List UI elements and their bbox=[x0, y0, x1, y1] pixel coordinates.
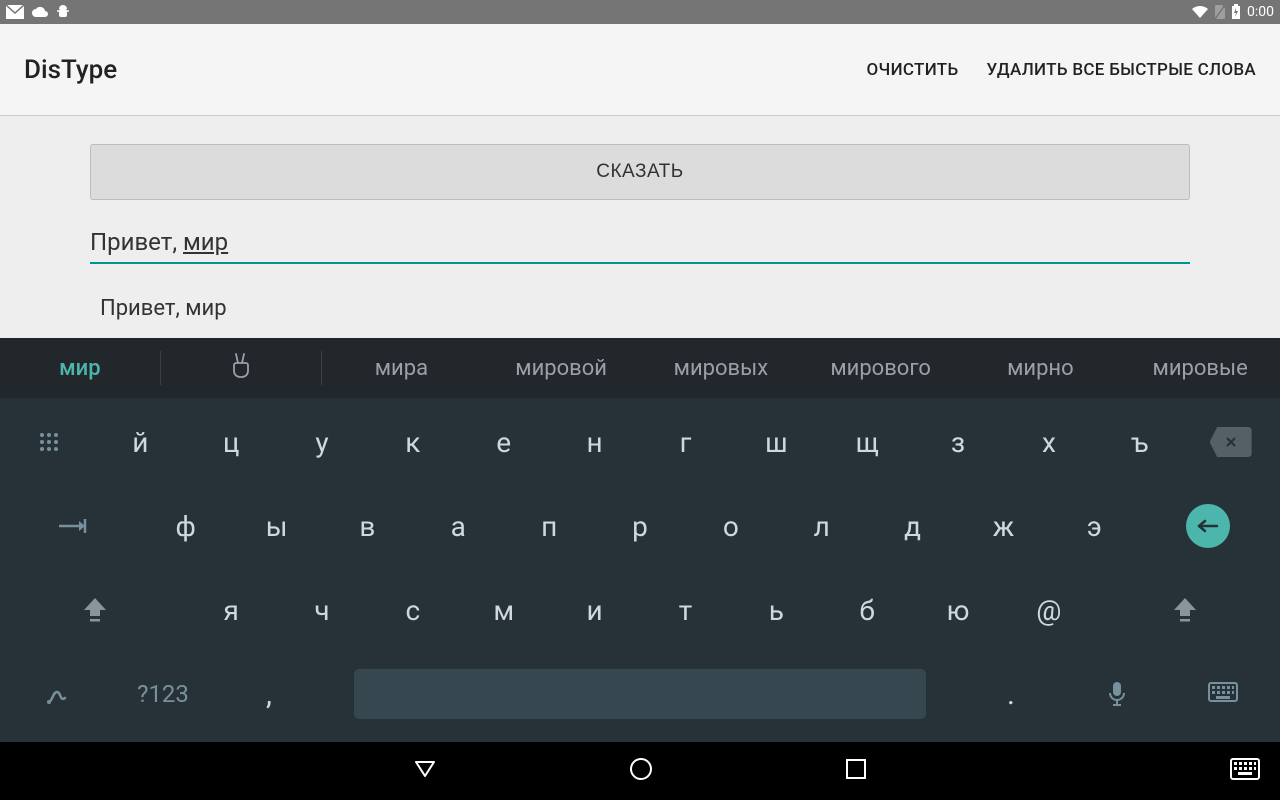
key-letter[interactable]: б bbox=[822, 568, 913, 652]
key-letter[interactable]: у bbox=[277, 400, 368, 484]
key-letter[interactable]: с bbox=[367, 568, 458, 652]
numpad-icon[interactable] bbox=[4, 400, 95, 484]
suggestion-primary[interactable]: мир bbox=[0, 356, 160, 381]
key-letter[interactable]: ю bbox=[913, 568, 1004, 652]
app-title: DisType bbox=[24, 55, 117, 85]
main-content: СКАЗАТЬ Привет, мир Привет, мир bbox=[0, 116, 1280, 338]
voice-input-key[interactable] bbox=[1064, 652, 1170, 736]
key-letter[interactable]: н bbox=[549, 400, 640, 484]
key-letter[interactable]: м bbox=[458, 568, 549, 652]
shift-key-left[interactable] bbox=[4, 568, 186, 652]
key-letter[interactable]: о bbox=[685, 484, 776, 568]
key-letter[interactable]: я bbox=[186, 568, 277, 652]
key-letter[interactable]: а bbox=[413, 484, 504, 568]
cloud-icon bbox=[30, 5, 50, 19]
key-letter[interactable]: г bbox=[640, 400, 731, 484]
key-letter[interactable]: л bbox=[776, 484, 867, 568]
clear-button[interactable]: ОЧИСТИТЬ bbox=[867, 60, 959, 80]
key-letter[interactable]: д bbox=[867, 484, 958, 568]
enter-arrow-icon bbox=[1197, 517, 1219, 535]
keyboard-icon bbox=[1208, 682, 1238, 706]
key-letter[interactable]: й bbox=[95, 400, 186, 484]
input-text-prefix: Привет, bbox=[90, 228, 183, 256]
suggestion-item[interactable]: мирно bbox=[961, 356, 1121, 381]
hide-keyboard-key[interactable] bbox=[1170, 652, 1276, 736]
circle-icon bbox=[628, 756, 654, 782]
tab-key[interactable] bbox=[4, 484, 140, 568]
key-letter[interactable]: щ bbox=[822, 400, 913, 484]
suggestion-bar: мир мира мировой мировых мирового мирно … bbox=[0, 338, 1280, 398]
home-button[interactable] bbox=[628, 756, 654, 786]
key-letter[interactable]: ш bbox=[731, 400, 822, 484]
suggestion-item[interactable]: мировой bbox=[481, 356, 641, 381]
back-button[interactable] bbox=[412, 756, 438, 786]
microphone-icon bbox=[1107, 680, 1127, 708]
status-time: 0:00 bbox=[1247, 4, 1274, 20]
key-letter[interactable]: е bbox=[458, 400, 549, 484]
android-debug-icon bbox=[56, 4, 70, 20]
navigation-bar bbox=[0, 742, 1280, 800]
comma-key[interactable]: , bbox=[216, 652, 322, 736]
soft-keyboard: й ц у к е н г ш щ з х ъ ф ы в а п р о л … bbox=[0, 398, 1280, 742]
key-letter[interactable]: ь bbox=[731, 568, 822, 652]
no-sim-icon bbox=[1213, 4, 1227, 20]
keyboard-icon bbox=[1230, 758, 1260, 780]
key-letter[interactable]: и bbox=[549, 568, 640, 652]
ime-switcher-button[interactable] bbox=[1230, 758, 1260, 784]
history-line: Привет, мир bbox=[90, 296, 1190, 321]
delete-all-quickwords-button[interactable]: УДАЛИТЬ ВСЕ БЫСТРЫЕ СЛОВА bbox=[987, 60, 1257, 80]
suggestion-item[interactable]: мировых bbox=[641, 356, 801, 381]
period-key[interactable]: . bbox=[958, 652, 1064, 736]
suggestion-item[interactable]: мировые bbox=[1120, 356, 1280, 381]
key-letter[interactable]: ы bbox=[231, 484, 322, 568]
shift-key-right[interactable] bbox=[1094, 568, 1276, 652]
key-letter[interactable]: к bbox=[367, 400, 458, 484]
gesture-key[interactable] bbox=[4, 652, 110, 736]
status-bar: 0:00 bbox=[0, 0, 1280, 24]
suggestion-item[interactable]: мира bbox=[322, 356, 482, 381]
key-letter[interactable]: ч bbox=[277, 568, 368, 652]
text-input[interactable]: Привет, мир bbox=[90, 228, 1190, 264]
key-letter[interactable]: т bbox=[640, 568, 731, 652]
key-letter[interactable]: ф bbox=[140, 484, 231, 568]
key-letter[interactable]: в bbox=[322, 484, 413, 568]
app-bar: DisType ОЧИСТИТЬ УДАЛИТЬ ВСЕ БЫСТРЫЕ СЛО… bbox=[0, 24, 1280, 116]
key-letter[interactable]: х bbox=[1003, 400, 1094, 484]
wifi-icon bbox=[1191, 5, 1209, 19]
key-letter[interactable]: р bbox=[595, 484, 686, 568]
input-text-composing: мир bbox=[183, 228, 228, 256]
key-letter[interactable]: ц bbox=[186, 400, 277, 484]
mail-icon bbox=[6, 5, 24, 19]
enter-key[interactable] bbox=[1140, 484, 1276, 568]
close-icon bbox=[1225, 436, 1237, 448]
suggestion-emoji[interactable] bbox=[161, 352, 321, 384]
key-letter[interactable]: ъ bbox=[1094, 400, 1185, 484]
square-icon bbox=[844, 757, 868, 781]
recents-button[interactable] bbox=[844, 757, 868, 785]
key-letter[interactable]: э bbox=[1049, 484, 1140, 568]
battery-charging-icon bbox=[1231, 4, 1241, 20]
backspace-key[interactable] bbox=[1185, 400, 1276, 484]
back-triangle-down-icon bbox=[412, 756, 438, 782]
space-key[interactable] bbox=[322, 652, 958, 736]
symbols-key[interactable]: ?123 bbox=[110, 652, 216, 736]
key-letter[interactable]: з bbox=[913, 400, 1004, 484]
say-button[interactable]: СКАЗАТЬ bbox=[90, 144, 1190, 200]
key-letter[interactable]: п bbox=[504, 484, 595, 568]
peace-hand-icon bbox=[230, 352, 252, 378]
key-at[interactable]: @ bbox=[1003, 568, 1094, 652]
key-letter[interactable]: ж bbox=[958, 484, 1049, 568]
suggestion-item[interactable]: мирового bbox=[801, 356, 961, 381]
